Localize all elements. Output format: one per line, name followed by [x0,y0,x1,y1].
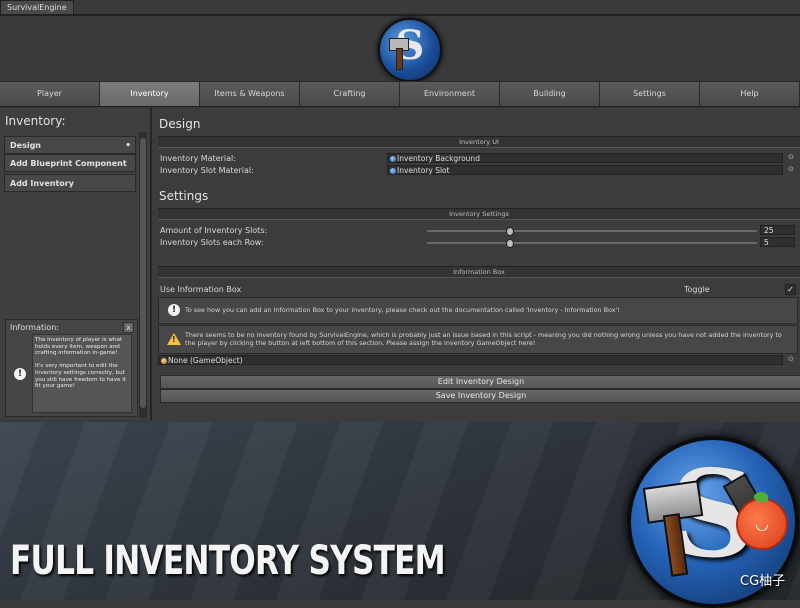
inventory-slot-material-value: Inventory Slot [397,166,450,175]
gameobject-icon [161,358,167,364]
warning-exclamation: ! [172,335,176,344]
selected-dot-icon: • [125,141,131,151]
tab-inventory[interactable]: Inventory [100,82,200,106]
survivalengine-logo-icon: S [378,18,442,82]
slots-each-row-slider[interactable] [427,242,757,244]
sidebar-item-label: Add Blueprint Component [10,159,127,168]
inventory-material-label: Inventory Material: [160,154,236,163]
edit-inventory-design-button[interactable]: Edit Inventory Design [160,375,800,389]
banner-title: FULL INVENTORY SYSTEM [10,538,446,584]
object-picker-icon[interactable]: ⊙ [788,355,794,363]
tab-settings[interactable]: Settings [600,82,700,106]
main-tabbar: Player Inventory Items & Weapons Craftin… [0,81,800,107]
warning-message-text: There seems to be no inventory found by … [185,331,782,347]
object-picker-icon[interactable]: ⊙ [788,153,794,161]
hammer-handle [396,48,403,70]
inventory-settings-group-header: Inventory Settings [158,208,800,220]
tab-help[interactable]: Help [700,82,800,106]
main-panel: Design Inventory UI Inventory Material: … [152,108,800,422]
use-information-box-label: Use Information Box [160,285,242,294]
window-divider [0,14,800,16]
sidebar-item-label: Design [10,141,41,150]
sidebar-item-add-blueprint[interactable]: Add Blueprint Component [4,154,136,172]
warning-message-box: ! There seems to be no inventory found b… [158,325,798,354]
sidebar-title: Inventory: [5,114,66,128]
settings-heading: Settings [159,189,209,203]
info-exclamation-icon: ! [168,304,180,316]
sidebar-item-design[interactable]: Design • [4,136,136,154]
sidebar-item-label: Add Inventory [10,179,74,188]
information-title: Information: [10,323,60,332]
inventory-ui-group-header: Inventory UI [158,136,800,148]
material-icon [390,156,396,162]
inventory-material-field[interactable]: Inventory Background [387,153,783,163]
slider-handle[interactable] [505,227,514,236]
gameobject-value: None (GameObject) [168,356,243,365]
info-message-box: ! To see how you can add an Information … [158,297,798,324]
information-text: The inventory of player is what holds ev… [32,334,132,413]
slots-each-row-input[interactable]: 5 [760,237,795,247]
mascot-face: ◡ [755,514,769,533]
tab-items-weapons[interactable]: Items & Weapons [200,82,300,106]
slots-each-row-label: Inventory Slots each Row: [160,238,264,247]
design-heading: Design [159,117,201,131]
sidebar: Inventory: Design • Add Blueprint Compon… [0,108,152,420]
info-message-text: To see how you can add an Information Bo… [185,306,620,314]
sidebar-item-add-inventory[interactable]: Add Inventory [4,174,136,192]
watermark-text: CG柚子 [740,574,786,589]
sidebar-scrollbar[interactable] [139,132,147,418]
watermark-mascot-icon: ◡ [736,492,788,550]
amount-slots-slider[interactable] [427,230,757,232]
inventory-slot-material-field[interactable]: Inventory Slot [387,165,783,175]
inventory-slot-material-label: Inventory Slot Material: [160,166,254,175]
tab-environment[interactable]: Environment [400,82,500,106]
toggle-label: Toggle [684,285,710,294]
information-box-toggle[interactable]: ✓ [785,284,796,295]
window-tab[interactable]: SurvivalEngine [0,0,74,15]
amount-slots-input[interactable]: 25 [760,225,795,235]
amount-slots-label: Amount of Inventory Slots: [160,226,268,235]
tab-player[interactable]: Player [0,82,100,106]
material-icon [390,168,396,174]
inventory-gameobject-field[interactable]: None (GameObject) [158,355,783,365]
information-box-group-header: Information Box [158,266,800,278]
close-icon[interactable]: x [123,322,134,333]
scrollbar-thumb[interactable] [140,138,146,408]
object-picker-icon[interactable]: ⊙ [788,165,794,173]
leaf-icon [754,492,768,502]
slider-handle[interactable] [505,239,514,248]
information-panel: Information: x ! The inventory of player… [5,319,138,417]
tab-building[interactable]: Building [500,82,600,106]
save-inventory-design-button[interactable]: Save Inventory Design [160,389,800,403]
tab-crafting[interactable]: Crafting [300,82,400,106]
info-exclamation-icon: ! [14,368,26,380]
inventory-material-value: Inventory Background [397,154,480,163]
